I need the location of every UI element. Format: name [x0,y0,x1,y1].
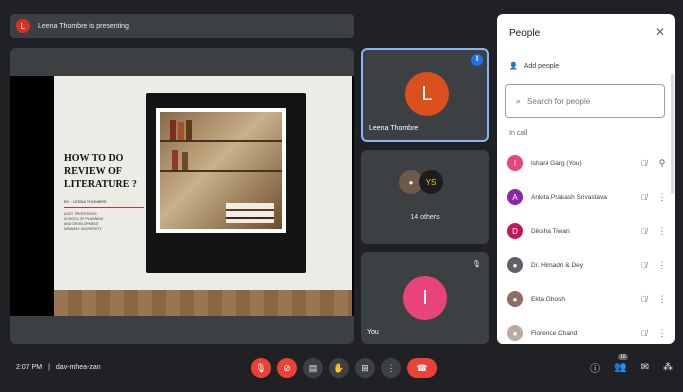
presenter-mini-avatar: L [16,19,30,33]
presentation-stage[interactable]: HOW TO DO REVIEW OF LITERATURE ? BY - LE… [10,48,354,344]
person-name: Florence Chand [531,329,578,337]
raise-hand-button[interactable]: ✋ [329,358,349,378]
self-name: You [367,329,379,336]
person-name: Ankita Prakash Srivastava [531,193,607,201]
person-name: Diksha Tiwari [531,227,570,235]
wooden-floor [54,290,352,316]
more-options-icon[interactable]: ⋮ [653,192,671,203]
book-stack [226,203,274,223]
close-icon[interactable]: ✕ [655,25,665,39]
avatar: ● [507,325,523,341]
mic-off-icon: 🎙̸ [641,192,647,202]
participant-count-badge: 16 [618,354,628,360]
camera-toggle-button[interactable]: ⊘ [277,358,297,378]
chat-icon[interactable]: ✉ [641,362,649,373]
mic-off-icon: 🎙̸ [641,328,647,338]
presenter-avatar: L [405,72,449,116]
mic-off-icon: 🎙̸ [641,226,647,236]
mic-muted-icon: 🎙 [472,261,481,268]
participant-tile-presenter[interactable]: ⦀ L Leena Thombre [361,48,489,142]
more-options-icon[interactable]: ⋮ [653,260,671,271]
participant-tile-others[interactable]: ● YS 14 others [361,150,489,244]
avatar: ● [507,257,523,273]
list-item[interactable]: ● Ekta Ghosh 🎙̸ ⋮ [497,282,675,316]
more-options-button[interactable]: ⋮ [381,358,401,378]
mic-toggle-button[interactable]: 🎙 [251,358,271,378]
picture-frame [146,93,306,273]
panel-scrollbar[interactable] [671,74,674,194]
people-search[interactable]: ⌕ [505,84,665,118]
more-options-icon[interactable]: ⋮ [653,328,671,339]
list-item[interactable]: I Ishani Garg (You) 🎙̸ ⚲ [497,146,675,180]
bottom-toolbar: 2:07 PM | dav-mhea-zan 🎙 ⊘ ▤ ✋ ⊞ ⋮ ☎ ⓘ 👥… [0,350,683,392]
person-name: Ekta Ghosh [531,295,565,303]
participant-tile-self[interactable]: 🎙 I You [361,252,489,344]
others-avatar-group: ● YS [399,170,443,194]
search-icon: ⌕ [516,95,522,106]
people-panel: People ✕ 👤 Add people ⌕ In call I Ishani… [497,14,675,344]
presentation-slide: HOW TO DO REVIEW OF LITERATURE ? BY - LE… [54,76,352,316]
slide-text-block: HOW TO DO REVIEW OF LITERATURE ? BY - LE… [64,152,144,232]
slide-byline: BY - LEENA THOMBRE [64,199,144,208]
presenting-banner: L Leena Thombre is presenting [10,14,354,38]
meeting-code: dav-mhea-zan [55,364,101,371]
add-person-icon: 👤 [509,63,518,70]
people-list: I Ishani Garg (You) 🎙̸ ⚲ A Ankita Prakas… [497,146,675,344]
avatar: ● [507,291,523,307]
meeting-info: 2:07 PM | dav-mhea-zan [16,364,101,371]
audio-activity-icon: ⦀ [471,54,483,66]
add-people-label: Add people [523,62,560,70]
avatar: I [507,155,523,171]
slide-title: HOW TO DO REVIEW OF LITERATURE ? [64,153,137,190]
person-name: Ishani Garg (You) [531,159,582,167]
library-photo [156,108,286,233]
presenting-text: Leena Thombre is presenting [38,22,129,30]
list-item[interactable]: D Diksha Tiwari 🎙̸ ⋮ [497,214,675,248]
mic-off-icon: 🎙̸ [641,294,647,304]
others-count: 14 others [410,214,440,221]
more-options-icon[interactable]: ⋮ [653,226,671,237]
add-people-button[interactable]: 👤 Add people [509,62,560,71]
list-item[interactable]: ● Dr. Himadri & Dey 🎙̸ ⋮ [497,248,675,282]
captions-button[interactable]: ▤ [303,358,323,378]
mic-off-icon: 🎙̸ [641,158,647,168]
call-controls: 🎙 ⊘ ▤ ✋ ⊞ ⋮ ☎ [251,358,437,378]
info-separator: | [48,364,50,371]
avatar: A [507,189,523,205]
list-item[interactable]: A Ankita Prakash Srivastava 🎙̸ ⋮ [497,180,675,214]
mic-off-icon: 🎙̸ [641,260,647,270]
list-item[interactable]: ● Florence Chand 🎙̸ ⋮ [497,316,675,344]
present-button[interactable]: ⊞ [355,358,375,378]
side-controls: ⓘ 👥 16 ✉ ⁂ [590,354,673,375]
info-icon[interactable]: ⓘ [590,360,600,375]
person-name: Dr. Himadri & Dey [531,261,584,269]
avatar: D [507,223,523,239]
more-options-icon[interactable]: ⋮ [653,294,671,305]
current-time: 2:07 PM [16,364,43,371]
leave-call-button[interactable]: ☎ [407,358,437,378]
panel-title: People [509,28,541,39]
presenter-name: Leena Thombre [369,125,419,132]
slide-details: ASST. PROFESSOR SCHOOL OF PLANNING AND D… [64,212,104,231]
self-avatar: I [403,276,447,320]
others-avatar-initials: YS [419,170,443,194]
in-call-heading: In call [509,130,528,137]
pin-icon[interactable]: ⚲ [653,158,671,169]
people-icon[interactable]: 👥 16 [614,354,628,373]
search-input[interactable] [527,96,648,106]
activities-icon[interactable]: ⁂ [663,362,673,373]
